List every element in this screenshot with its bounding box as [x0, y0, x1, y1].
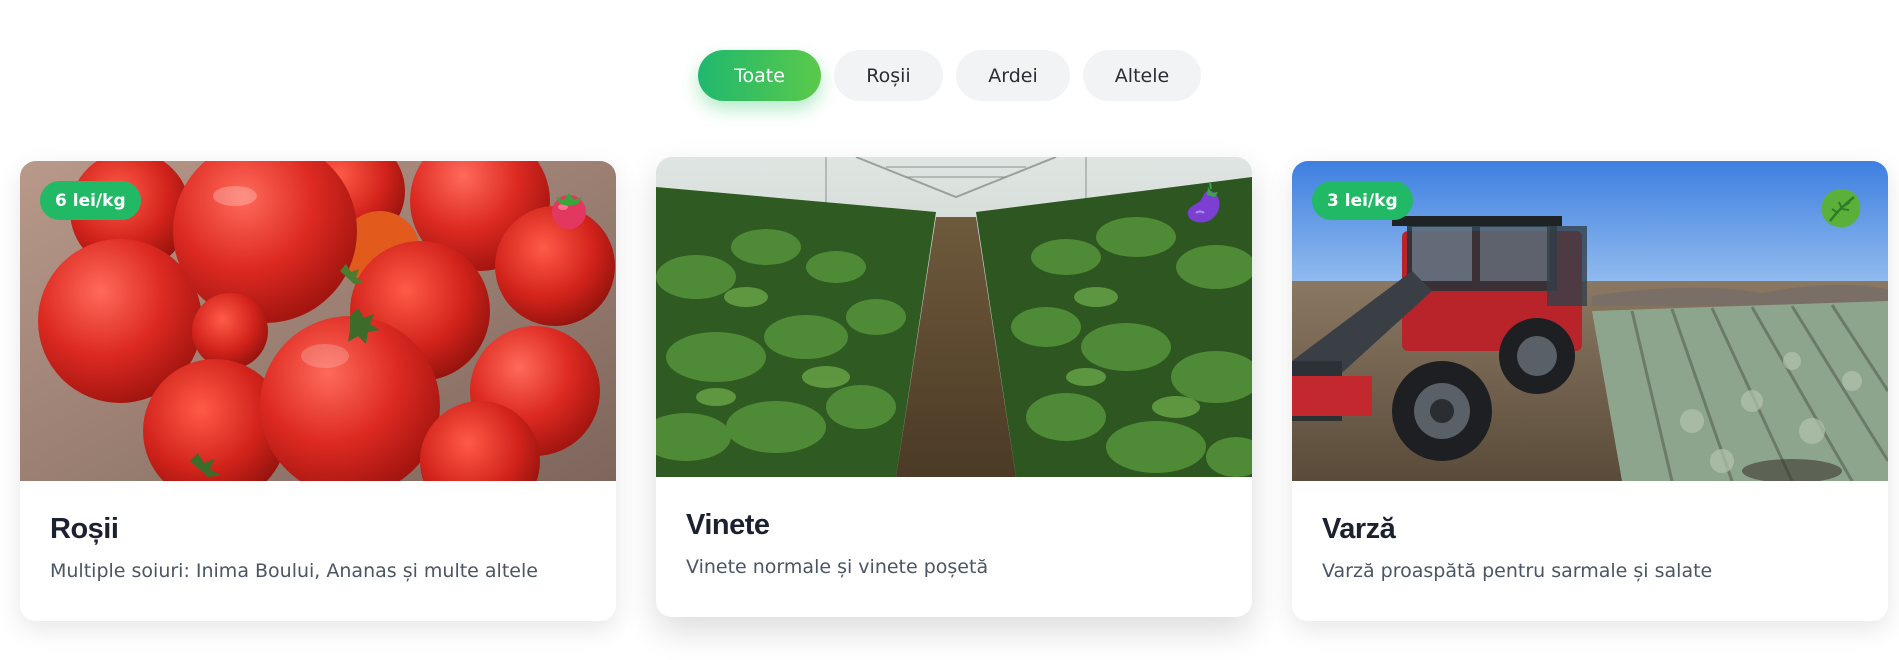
filter-all-button[interactable]: Toate [698, 50, 821, 101]
card-body: Roșii Multiple soiuri: Inima Boului, Ana… [20, 481, 616, 582]
card-body: Varză Varză proaspătă pentru sarmale și … [1292, 481, 1888, 582]
category-filter-bar: Toate Roșii Ardei Altele [0, 50, 1899, 101]
product-title: Roșii [50, 513, 119, 545]
filter-others-button[interactable]: Altele [1083, 50, 1201, 101]
product-card-tomatoes[interactable]: 6 lei/kg Roșii Multiple soiuri: Inima Bo… [20, 161, 616, 621]
tomatoes-photo: 6 lei/kg [20, 161, 616, 481]
products-section: Toate Roșii Ardei Altele 6 lei/kg Roșii … [0, 0, 1899, 660]
product-card-eggplants[interactable]: Vinete Vinete normale și vinete poșetă [656, 157, 1252, 617]
product-title: Varză [1322, 513, 1396, 545]
card-body: Vinete Vinete normale și vinete poșetă [656, 477, 1252, 578]
product-title: Vinete [686, 509, 770, 541]
filter-tomatoes-button[interactable]: Roșii [834, 50, 943, 101]
product-card-cabbage[interactable]: 3 lei/kg Varză Varză proaspătă pentru sa… [1292, 161, 1888, 621]
product-description: Multiple soiuri: Inima Boului, Ananas și… [50, 560, 538, 582]
eggplant-icon [1187, 182, 1220, 223]
product-description: Varză proaspătă pentru sarmale și salate [1322, 560, 1713, 582]
tomato-icon [552, 193, 586, 229]
price-badge: 3 lei/kg [1312, 181, 1413, 220]
greenhouse-eggplants-photo [656, 157, 1252, 477]
filter-peppers-button[interactable]: Ardei [956, 50, 1070, 101]
price-badge: 6 lei/kg [40, 181, 141, 220]
leafy-green-icon [1821, 189, 1861, 228]
product-description: Vinete normale și vinete poșetă [686, 556, 989, 578]
tractor-cabbage-field-photo: 3 lei/kg [1292, 161, 1888, 481]
